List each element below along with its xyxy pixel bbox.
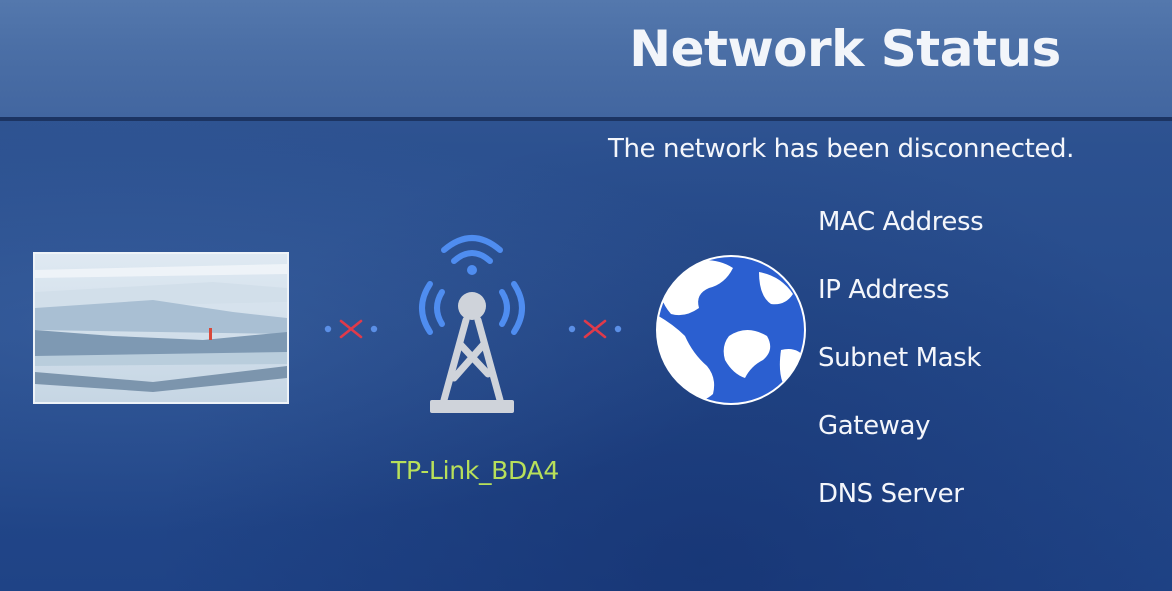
- network-ssid: TP-Link_BDA4: [391, 456, 559, 485]
- tv-router-disconnected-icon: [324, 318, 378, 340]
- network-info-list: MAC Address IP Address Subnet Mask Gatew…: [818, 203, 984, 543]
- router-internet-disconnected-icon: [568, 318, 622, 340]
- info-label-gateway: Gateway: [818, 411, 931, 441]
- tv-screen-icon: [33, 252, 289, 408]
- status-message: The network has been disconnected.: [607, 134, 1075, 164]
- page-title: Network Status: [629, 20, 1061, 78]
- info-label-dns-server: DNS Server: [818, 479, 964, 509]
- info-label-mac-address: MAC Address: [818, 207, 984, 237]
- info-label-ip-address: IP Address: [818, 275, 950, 305]
- globe-icon: [655, 254, 807, 410]
- wifi-router-tower-icon: [408, 228, 536, 422]
- header-divider: [0, 117, 1172, 121]
- info-label-subnet-mask: Subnet Mask: [818, 343, 981, 373]
